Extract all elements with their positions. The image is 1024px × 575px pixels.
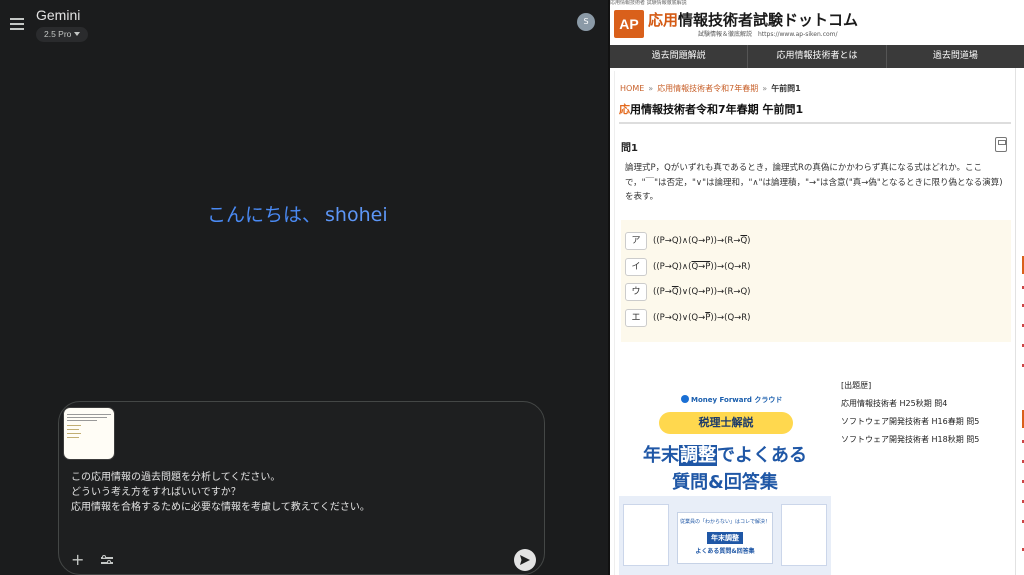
breadcrumb-separator: »	[648, 84, 654, 93]
model-label: 2.5 Pro	[44, 29, 72, 39]
choice-text-post: ))→(Q→R)	[710, 313, 751, 323]
history-label: [出題歴]	[841, 381, 872, 390]
page-title-rest: 用情報技術者令和7年春期 午前問1	[630, 103, 804, 116]
choice-button[interactable]: エ	[625, 309, 647, 327]
question-text: 論理式P，Qがいずれも真であるとき，論理式Rの真偽にかかわらず真になる式はどれか…	[625, 163, 1003, 202]
nav-item-about[interactable]: 応用情報技術者とは	[748, 45, 887, 68]
question-label: 問1	[621, 143, 638, 154]
page-title-first: 応	[619, 103, 630, 116]
choice-text: ((P→Q)∧(Q→P))→(Q→R)	[653, 262, 751, 272]
question-history: [出題歴] 応用情報技術者 H25秋期 問4 ソフトウェア開発技術者 H16春期…	[841, 377, 979, 449]
choice-text-post: ))→(Q→R)	[710, 262, 751, 272]
ad-headline-1: 年末調整でよくある	[619, 441, 831, 467]
ad-mini-card: 従業員の「わからない」はコレで解決！ 年末調整 よくある質問&回答集	[677, 512, 773, 564]
prompt-composer[interactable]: この応用情報の過去問題を分析してください。 どういう考え方をすればいいですか？ …	[58, 401, 545, 575]
prompt-line: この応用情報の過去問題を分析してください。	[71, 472, 281, 483]
history-item[interactable]: 応用情報技術者 H25秋期 問4	[841, 395, 979, 413]
choice-text-pre: ((P→	[653, 287, 672, 297]
site-name-accent: 応用	[648, 11, 679, 29]
prompt-line: 応用情報を合格するために必要な情報を考慮して教えてください。	[71, 502, 370, 513]
choice-e: エ ((P→Q)∨(Q→P))→(Q→R)	[625, 309, 751, 327]
choice-text-post: )	[747, 236, 751, 246]
choice-text: ((P→Q)∧(Q→P))→(R→Q)	[653, 236, 751, 246]
page-title: 応用情報技術者令和7年春期 午前問1	[619, 101, 1011, 124]
plus-icon[interactable]: +	[71, 552, 84, 568]
history-item[interactable]: ソフトウェア開発技術者 H18秋期 問5	[841, 431, 979, 449]
article: HOME» 応用情報技術者令和7年春期» 午前問1 応用情報技術者令和7年春期 午前…	[614, 71, 1014, 575]
prompt-line: どういう考え方をすればいいですか？	[71, 487, 241, 498]
app-title: Gemini	[36, 7, 81, 23]
choice-text-post: )∨(Q→P))→(R→Q)	[678, 287, 751, 297]
ad-mini-line2: 年末調整	[707, 532, 743, 544]
model-selector[interactable]: 2.5 Pro	[36, 27, 89, 42]
ad-headline-highlight: 調整	[679, 445, 717, 466]
prompt-input[interactable]: この応用情報の過去問題を分析してください。 どういう考え方をすればいいですか？ …	[71, 470, 531, 515]
ad-badge: 税理士解説	[659, 412, 793, 434]
choice-text-pre: ((P→Q)∧(	[653, 262, 692, 272]
choice-text: ((P→Q)∨(Q→P))→(R→Q)	[653, 287, 751, 297]
choice-text-negated: Q→P	[691, 262, 711, 272]
menu-icon[interactable]	[10, 18, 24, 30]
choice-a: ア ((P→Q)∧(Q→P))→(R→Q)	[625, 232, 751, 250]
ad-brand-text: Money Forward クラウド	[691, 396, 783, 404]
choice-i: イ ((P→Q)∧(Q→P))→(Q→R)	[625, 258, 751, 276]
greeting-prefix: こんにちは、	[207, 204, 322, 226]
ad-mini-line3: よくある質問&回答集	[695, 548, 755, 555]
browser-page: 応用情報技術者 試験情報徹底解説 AP 応用情報技術者試験ドットコム 試験情報＆…	[610, 0, 1024, 575]
breadcrumb-exam[interactable]: 応用情報技術者令和7年春期	[657, 84, 758, 93]
ad-headline-2: 質問&回答集	[672, 472, 778, 493]
ad-mini-line1: 従業員の「わからない」はコレで解決！	[679, 519, 770, 525]
breadcrumb-home[interactable]: HOME	[620, 84, 644, 93]
choice-text-pre: ((P→Q)∨(Q→	[653, 313, 706, 323]
breadcrumb: HOME» 応用情報技術者令和7年春期» 午前問1	[620, 83, 801, 94]
greeting-name: shohei	[325, 204, 388, 226]
send-button[interactable]	[514, 549, 536, 571]
ad-headline-part: でよくある	[717, 445, 807, 466]
gemini-pane: Gemini 2.5 Pro S こんにちは、 shohei この応用情報の過去問…	[0, 0, 608, 575]
site-top-strip: 応用情報技術者 試験情報徹底解説	[610, 0, 687, 6]
site-name-rest: 情報技術者試験ドットコム	[678, 11, 859, 29]
choices: ア ((P→Q)∧(Q→P))→(R→Q) イ ((P→Q)∧(Q→P))→(Q…	[621, 220, 1011, 342]
attachment-thumbnail[interactable]	[63, 407, 115, 460]
greeting: こんにちは、 shohei	[207, 200, 388, 227]
nav-item-past-questions[interactable]: 過去問題解説	[610, 45, 749, 68]
ad-headline-part: 年末	[643, 445, 679, 466]
caret-down-icon	[74, 32, 81, 36]
calculator-icon[interactable]	[995, 137, 1007, 152]
history-item[interactable]: ソフトウェア開発技術者 H16春期 問5	[841, 413, 979, 431]
choice-button[interactable]: ア	[625, 232, 647, 250]
tools-icon[interactable]	[101, 554, 113, 566]
choice-text: ((P→Q)∨(Q→P))→(Q→R)	[653, 313, 751, 323]
choice-text-pre: ((P→Q)∧(Q→P))→(R→	[653, 236, 741, 246]
side-menu-strip	[1015, 68, 1024, 575]
choice-button[interactable]: イ	[625, 258, 647, 276]
choice-u: ウ ((P→Q)∨(Q→P))→(R→Q)	[625, 283, 751, 301]
site-nav: 過去問題解説 応用情報技術者とは 過去問道場	[610, 45, 1024, 68]
site-logo[interactable]: AP	[614, 10, 644, 38]
send-icon	[520, 555, 530, 565]
choice-button[interactable]: ウ	[625, 283, 647, 301]
nav-item-dojo[interactable]: 過去問道場	[887, 45, 1024, 68]
choice-text-negated: Q	[671, 287, 679, 297]
advertisement[interactable]: Money Forward クラウド 税理士解説 年末調整でよくある 質問&回答…	[619, 392, 831, 575]
site-name[interactable]: 応用情報技術者試験ドットコム	[648, 9, 858, 30]
site-subtitle: 試験情報＆徹底解説 https://www.ap-siken.com/	[698, 31, 838, 38]
breadcrumb-separator: »	[762, 84, 768, 93]
breadcrumb-current: 午前問1	[771, 84, 801, 93]
ad-brand: Money Forward クラウド	[681, 395, 782, 405]
avatar[interactable]: S	[577, 13, 595, 31]
brand-logo-icon	[681, 395, 689, 403]
